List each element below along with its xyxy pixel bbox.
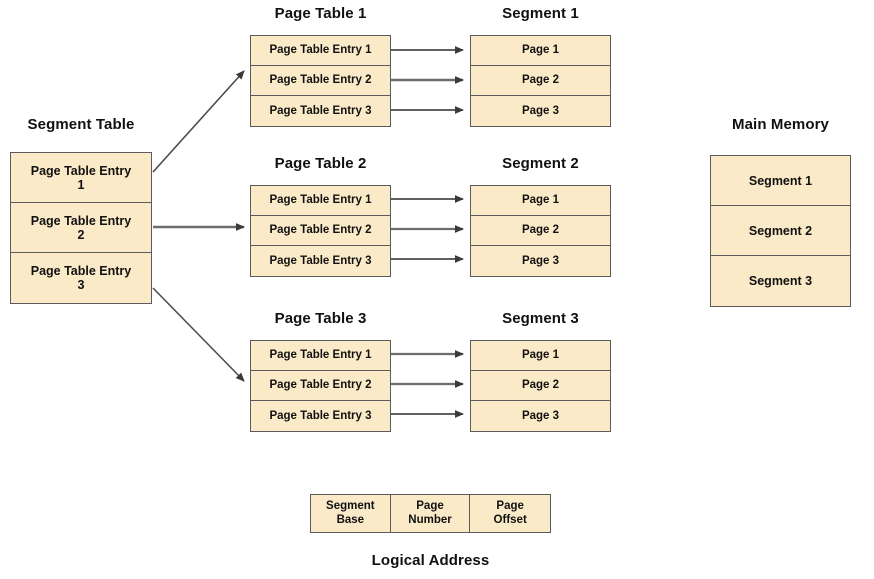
main-memory-segment[interactable]: Segment 2	[711, 206, 850, 256]
logical-address-caption: Logical Address	[371, 552, 490, 569]
page-table-2-title: Page Table 2	[274, 155, 367, 172]
page-table-3: Page Table Entry 1 Page Table Entry 2 Pa…	[250, 340, 391, 432]
segment-1-box: Page 1 Page 2 Page 3	[470, 35, 611, 127]
logical-address-field-page-offset[interactable]: Page Offset	[470, 495, 550, 532]
page-table-entry[interactable]: Page Table Entry 1	[251, 186, 390, 216]
page-table-1-title: Page Table 1	[274, 5, 367, 22]
logical-address-field-page-number[interactable]: Page Number	[391, 495, 471, 532]
segment-page[interactable]: Page 2	[471, 216, 610, 246]
page-table-3-title: Page Table 3	[274, 310, 367, 327]
segment-page[interactable]: Page 1	[471, 186, 610, 216]
page-table-entry[interactable]: Page Table Entry 1	[251, 36, 390, 66]
segment-1-title: Segment 1	[502, 5, 579, 22]
page-table-entry[interactable]: Page Table Entry 2	[251, 66, 390, 96]
page-table-entry[interactable]: Page Table Entry 3	[251, 96, 390, 126]
page-table-entry[interactable]: Page Table Entry 3	[251, 401, 390, 431]
segment-table: Page Table Entry 1 Page Table Entry 2 Pa…	[10, 152, 152, 304]
arrow-segment-table-to-page-table-1	[152, 70, 245, 173]
logical-address-field-segment-base[interactable]: Segment Base	[311, 495, 391, 532]
segment-table-entry[interactable]: Page Table Entry 1	[11, 153, 151, 203]
page-table-entry[interactable]: Page Table Entry 1	[251, 341, 390, 371]
segment-2-box: Page 1 Page 2 Page 3	[470, 185, 611, 277]
main-memory-box: Segment 1 Segment 2 Segment 3	[710, 155, 851, 307]
main-memory-segment[interactable]: Segment 3	[711, 256, 850, 306]
logical-address-box: Segment Base Page Number Page Offset	[310, 494, 551, 533]
segment-page[interactable]: Page 1	[471, 341, 610, 371]
segment-page[interactable]: Page 3	[471, 96, 610, 126]
page-table-entry[interactable]: Page Table Entry 2	[251, 216, 390, 246]
segment-3-title: Segment 3	[502, 310, 579, 327]
segment-page[interactable]: Page 2	[471, 371, 610, 401]
page-table-1: Page Table Entry 1 Page Table Entry 2 Pa…	[250, 35, 391, 127]
page-table-entry[interactable]: Page Table Entry 3	[251, 246, 390, 276]
main-memory-title: Main Memory	[732, 116, 829, 133]
segment-page[interactable]: Page 1	[471, 36, 610, 66]
segment-table-title: Segment Table	[27, 116, 135, 133]
page-table-entry[interactable]: Page Table Entry 2	[251, 371, 390, 401]
page-table-2: Page Table Entry 1 Page Table Entry 2 Pa…	[250, 185, 391, 277]
segment-page[interactable]: Page 3	[471, 401, 610, 431]
segment-page[interactable]: Page 3	[471, 246, 610, 276]
main-memory-segment[interactable]: Segment 1	[711, 156, 850, 206]
segment-table-entry[interactable]: Page Table Entry 3	[11, 253, 151, 303]
arrow-segment-table-to-page-table-3	[152, 287, 245, 382]
segment-3-box: Page 1 Page 2 Page 3	[470, 340, 611, 432]
segment-2-title: Segment 2	[502, 155, 579, 172]
segment-table-entry[interactable]: Page Table Entry 2	[11, 203, 151, 253]
diagram-canvas: Segment Table Page Table Entry 1 Page Ta…	[0, 0, 874, 579]
segment-page[interactable]: Page 2	[471, 66, 610, 96]
